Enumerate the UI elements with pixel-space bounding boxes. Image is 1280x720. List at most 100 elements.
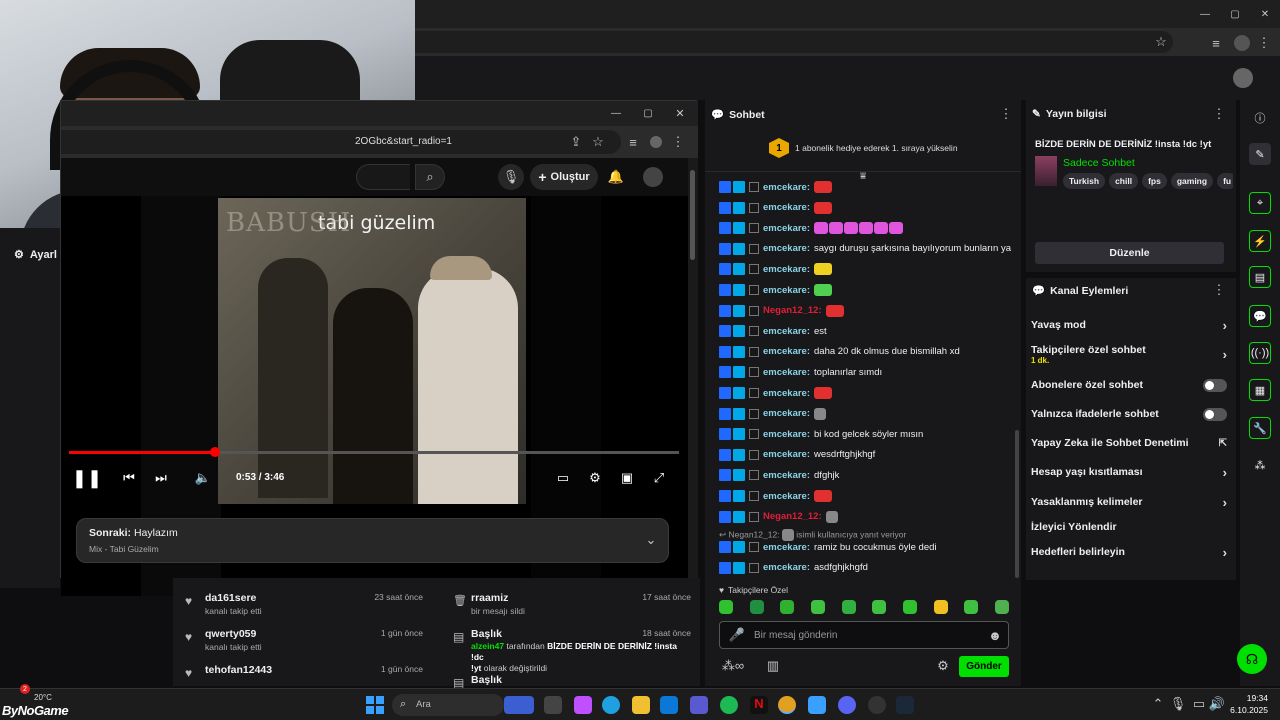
chat-username[interactable]: emcekare: (763, 562, 810, 573)
toggle-switch[interactable] (1203, 378, 1227, 392)
emote[interactable] (902, 600, 917, 614)
menu-dots-icon[interactable]: ⋮ (1213, 282, 1226, 297)
emote[interactable] (814, 407, 827, 420)
app-icon-steam[interactable] (896, 696, 914, 714)
microphone-icon[interactable]: 🎤 (729, 627, 745, 642)
chat-username[interactable]: emcekare: (763, 346, 810, 357)
media-control-icon[interactable]: ≡ (626, 134, 640, 150)
pencil-icon[interactable]: ✎ (1249, 143, 1271, 165)
chat-username[interactable]: emcekare: (763, 449, 810, 460)
chat-username[interactable]: emcekare: (763, 491, 810, 502)
lightning-icon[interactable]: ⚡ (1249, 230, 1271, 252)
app-icon-chrome[interactable] (778, 696, 796, 714)
chat-username[interactable]: emcekare: (763, 202, 810, 213)
emote[interactable] (814, 222, 829, 235)
menu-dots-icon[interactable]: ⋮ (1213, 106, 1226, 121)
chat-username[interactable]: emcekare: (763, 542, 810, 553)
menu-dots-icon[interactable]: ⋮ (1000, 106, 1013, 121)
pause-icon[interactable]: ❚❚ (72, 468, 102, 488)
star-icon[interactable]: ☆ (591, 134, 605, 150)
chat-username[interactable]: emcekare: (763, 367, 810, 378)
add-action-icon[interactable]: ⁂ (1249, 454, 1271, 476)
video-player[interactable]: tabi güzelim BABUSH ❚❚ ⏮ ⏭ 🔈 0:53 / 3:46… (61, 196, 688, 596)
emote[interactable] (814, 181, 833, 193)
app-icon-netflix[interactable]: N (750, 696, 768, 714)
search-button[interactable]: ⌕ (415, 164, 445, 190)
up-next-panel[interactable]: Sonraki: Haylazım Mix - Tabi Güzelim ⌄ (76, 518, 669, 563)
chevron-up-icon[interactable]: ⌃ (1152, 696, 1164, 711)
clip-icon[interactable]: ⌖ (1249, 192, 1271, 214)
subtitles-icon[interactable]: ▭ (553, 468, 573, 488)
volume-icon[interactable]: 🔈 (193, 468, 213, 488)
scrollbar[interactable] (688, 158, 698, 579)
microphone-icon[interactable]: 🎙 (1170, 696, 1187, 711)
edit-button[interactable]: Düzenle (1035, 242, 1224, 264)
emote[interactable] (841, 600, 856, 614)
channel-action-item[interactable]: Abonelere özel sohbet (1031, 374, 1227, 396)
info-icon[interactable]: ⓘ (1249, 107, 1271, 129)
channel-action-item[interactable]: İzleyici Yönlendir (1031, 516, 1227, 538)
close-icon[interactable]: ✕ (673, 105, 687, 121)
chat-username[interactable]: emcekare: (763, 388, 810, 399)
app-icon-outlook[interactable] (660, 696, 678, 714)
settings-icon[interactable]: ⚙ (585, 468, 605, 488)
emote[interactable] (872, 600, 887, 614)
menu-dots-icon[interactable]: ⋮ (1258, 35, 1271, 51)
clock-time[interactable]: 19:34 (1236, 693, 1268, 703)
app-icon-copilot[interactable] (574, 696, 592, 714)
app-icon-obs[interactable] (868, 696, 886, 714)
emote[interactable] (810, 600, 825, 614)
store-icon[interactable]: ▥ (765, 658, 781, 674)
chat-username[interactable]: emcekare: (763, 223, 810, 234)
yt-avatar[interactable] (643, 167, 663, 187)
app-icon-edge[interactable] (602, 696, 620, 714)
emote[interactable] (749, 600, 764, 614)
chat-username[interactable]: emcekare: (763, 326, 810, 337)
close-icon[interactable]: ✕ (1255, 6, 1275, 22)
chat-username[interactable]: emcekare: (763, 285, 810, 296)
app-icon-game[interactable] (504, 696, 534, 714)
category-thumbnail[interactable] (1035, 156, 1057, 186)
maximize-icon[interactable]: ▢ (1225, 6, 1245, 22)
chevron-down-icon[interactable]: ⌄ (643, 532, 659, 548)
mic-button[interactable]: 🎙 (498, 164, 524, 190)
cards-icon[interactable]: ▦ (1249, 379, 1271, 401)
channel-action-item[interactable]: Yavaş mod › (1031, 314, 1227, 336)
emote[interactable] (889, 222, 904, 235)
channel-points-icon[interactable]: ⁂∞ (722, 658, 744, 674)
help-headset-icon[interactable]: ☊ (1237, 644, 1267, 674)
filter-icon[interactable]: ⩸ (855, 170, 871, 182)
channel-action-item[interactable]: Hesap yaşı kısıtlaması › (1031, 461, 1227, 483)
toggle-switch[interactable] (1203, 407, 1227, 421)
emote[interactable] (814, 263, 833, 276)
minimize-icon[interactable]: — (1195, 6, 1215, 22)
menu-dots-icon[interactable]: ⋮ (672, 134, 685, 150)
tag[interactable]: fu (1217, 173, 1233, 189)
emote[interactable] (780, 600, 795, 614)
emote[interactable] (719, 600, 733, 614)
share-icon[interactable]: ⇪ (569, 134, 583, 150)
emote[interactable] (964, 600, 979, 614)
chat-settings-icon[interactable]: ⚙ (935, 658, 951, 674)
create-button[interactable]: + Oluştur (530, 164, 598, 190)
chat-username[interactable]: emcekare: (763, 429, 810, 440)
emote[interactable] (825, 510, 838, 523)
emote[interactable] (933, 600, 948, 614)
user-avatar[interactable] (1233, 68, 1253, 88)
network-icon[interactable]: ▭ (1192, 696, 1206, 711)
search-input[interactable] (356, 164, 410, 190)
emote[interactable] (829, 222, 844, 235)
emote[interactable] (814, 490, 833, 502)
emote[interactable] (874, 222, 889, 235)
star-icon[interactable]: ☆ (1153, 34, 1169, 50)
bell-icon[interactable]: 🔔 (607, 168, 625, 186)
tag[interactable]: chill (1109, 173, 1139, 189)
tag[interactable]: gaming (1170, 173, 1214, 189)
previous-icon[interactable]: ⏮ (119, 468, 139, 488)
app-icon-teams[interactable] (690, 696, 708, 714)
windows-start-icon[interactable] (366, 696, 384, 714)
app-icon-spotify[interactable] (720, 696, 738, 714)
chat-scrollbar[interactable] (1015, 430, 1019, 578)
category-link[interactable]: Sadece Sohbet (1063, 157, 1135, 169)
app-icon-settings[interactable] (808, 696, 826, 714)
